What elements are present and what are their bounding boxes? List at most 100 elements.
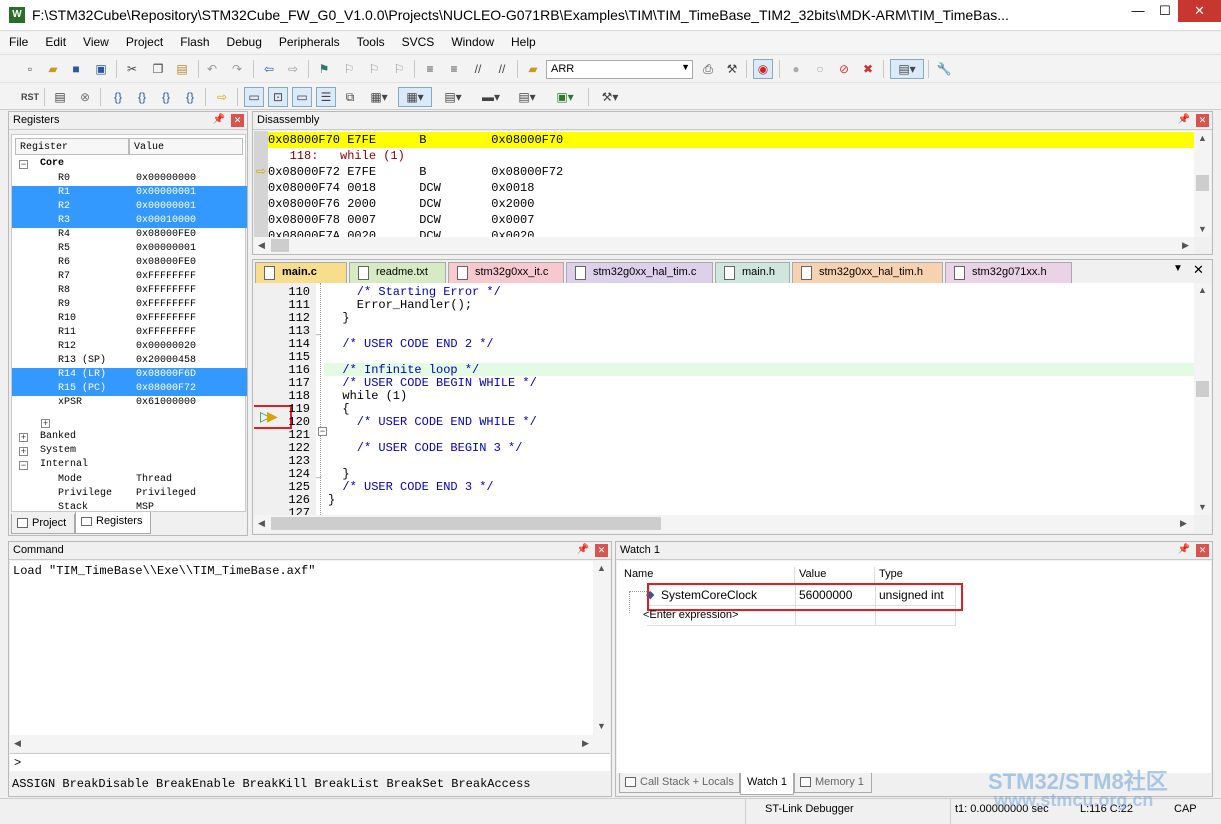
- maximize-button[interactable]: ☐: [1152, 0, 1178, 22]
- tab-main-h[interactable]: main.h: [715, 262, 790, 283]
- menu-svcs[interactable]: SVCS: [393, 32, 443, 49]
- tab-readme-txt[interactable]: readme.txt: [349, 262, 446, 283]
- find-icon[interactable]: ⎙: [698, 59, 718, 79]
- expand-icon[interactable]: +: [19, 447, 28, 456]
- disassembly-vscroll[interactable]: ▲ ▼: [1194, 131, 1211, 237]
- new-file-icon[interactable]: ▫: [20, 59, 40, 79]
- menu-peripherals[interactable]: Peripherals: [270, 32, 348, 49]
- disassembly-line[interactable]: 0x08000F70 E7FE B 0x08000F70: [268, 132, 1193, 148]
- step-over-icon[interactable]: {}: [132, 87, 152, 107]
- trace-window-icon[interactable]: ▤▾: [512, 87, 542, 107]
- register-value[interactable]: 0x00010000: [136, 214, 196, 228]
- symbols-window-icon[interactable]: ▭: [292, 87, 312, 107]
- open-folder-icon[interactable]: ▰: [43, 59, 63, 79]
- register-value[interactable]: 0x00000020: [136, 340, 196, 354]
- register-value[interactable]: 0x00000000: [136, 172, 196, 186]
- close-icon[interactable]: ✕: [231, 114, 244, 127]
- banked-node[interactable]: Banked: [40, 431, 76, 442]
- configure-icon[interactable]: 🔧: [934, 59, 954, 79]
- collapse-icon[interactable]: −: [19, 461, 28, 470]
- register-row[interactable]: R4 0x08000FE0: [12, 228, 247, 242]
- col-value-header[interactable]: Value: [795, 567, 875, 583]
- watch-window-icon[interactable]: ▦▾: [364, 87, 394, 107]
- uncomment-icon[interactable]: //: [492, 59, 512, 79]
- expand-icon[interactable]: +: [41, 419, 50, 428]
- code-line[interactable]: 118 while (1): [254, 390, 1189, 403]
- debug-session-icon[interactable]: ◉: [753, 59, 773, 79]
- code-line[interactable]: 120 /* USER CODE END WHILE */: [254, 416, 1189, 429]
- disassembly-window-icon[interactable]: ⊡: [268, 87, 288, 107]
- show-next-statement-icon[interactable]: ⇨: [212, 87, 232, 107]
- bookmark-next-icon[interactable]: ⚐: [364, 59, 384, 79]
- expand-icon[interactable]: +: [19, 433, 28, 442]
- register-value[interactable]: 0xFFFFFFFF: [136, 298, 196, 312]
- register-value[interactable]: 0x08000FE0: [136, 256, 196, 270]
- bookmark-clear-icon[interactable]: ⚐: [389, 59, 409, 79]
- code-line[interactable]: 126}: [254, 494, 1189, 507]
- step-out-icon[interactable]: {}: [156, 87, 176, 107]
- indent-icon[interactable]: ≡: [420, 59, 440, 79]
- reset-icon[interactable]: RST: [20, 87, 40, 107]
- menu-debug[interactable]: Debug: [218, 32, 270, 49]
- code-line[interactable]: 114 /* USER CODE END 2 */: [254, 338, 1189, 351]
- register-row[interactable]: R5 0x00000001: [12, 242, 247, 256]
- code-line[interactable]: 111 Error_Handler();: [254, 299, 1189, 312]
- register-value[interactable]: 0x08000F72: [136, 382, 196, 396]
- command-hscroll[interactable]: ◀ ▶: [10, 735, 610, 752]
- serial-window-icon[interactable]: ▤▾: [438, 87, 468, 107]
- copy-icon[interactable]: ❐: [148, 59, 168, 79]
- tab-main-c[interactable]: main.c: [255, 262, 347, 285]
- code-line[interactable]: 125 /* USER CODE END 3 */: [254, 481, 1189, 494]
- breakpoint-enable-icon[interactable]: ○: [810, 59, 830, 79]
- incremental-find-icon[interactable]: ⚒: [722, 59, 742, 79]
- register-row[interactable]: R8 0xFFFFFFFF: [12, 284, 247, 298]
- breakpoint-disable-all-icon[interactable]: ⊘: [834, 59, 854, 79]
- register-row[interactable]: R1 0x00000001: [12, 186, 247, 200]
- col-register-header[interactable]: Register: [15, 138, 129, 155]
- command-output[interactable]: Load "TIM_TimeBase\\Exe\\TIM_TimeBase.ax…: [10, 561, 593, 735]
- register-row[interactable]: R7 0xFFFFFFFF: [12, 270, 247, 284]
- code-line[interactable]: 112 }: [254, 312, 1189, 325]
- run-icon[interactable]: ▤: [50, 87, 70, 107]
- redo-icon[interactable]: ↷: [227, 59, 247, 79]
- comment-icon[interactable]: //: [468, 59, 488, 79]
- registers-window-icon[interactable]: ☰: [316, 87, 336, 107]
- internal-row[interactable]: Privilege Privileged: [12, 487, 247, 501]
- toolbox-icon[interactable]: ⚒▾: [594, 87, 626, 107]
- save-all-icon[interactable]: ▣: [91, 59, 111, 79]
- internal-row[interactable]: Mode Thread: [12, 473, 247, 487]
- pin-icon[interactable]: 📌: [1178, 114, 1190, 125]
- unindent-icon[interactable]: ≡: [444, 59, 464, 79]
- window-layout-icon[interactable]: ▤▾: [890, 59, 924, 79]
- chevron-down-icon[interactable]: ▼: [681, 62, 690, 72]
- tab-watch-1[interactable]: Watch 1: [740, 773, 794, 795]
- disassembly-view[interactable]: ⇨ 0x08000F70 E7FE B 0x08000F70 118: whil…: [254, 131, 1194, 237]
- core-node[interactable]: Core: [40, 158, 64, 169]
- editor-hscroll[interactable]: ◀ ▶: [254, 515, 1194, 532]
- menu-file[interactable]: File: [0, 32, 36, 49]
- search-combo[interactable]: ARR ▼: [546, 60, 693, 79]
- bookmark-icon[interactable]: ⚑: [314, 59, 334, 79]
- command-window-icon[interactable]: ▭: [244, 87, 264, 107]
- code-line[interactable]: 123: [254, 455, 1189, 468]
- disassembly-line[interactable]: 0x08000F72 E7FE B 0x08000F72: [268, 164, 1193, 180]
- disassembly-line[interactable]: 0x08000F7A 0020 DCW 0x0020: [268, 228, 1193, 237]
- register-value[interactable]: 0x00000001: [136, 200, 196, 214]
- register-value[interactable]: 0xFFFFFFFF: [136, 284, 196, 298]
- menu-project[interactable]: Project: [117, 32, 171, 49]
- register-row[interactable]: xPSR 0x61000000: [12, 396, 247, 410]
- menu-tools[interactable]: Tools: [348, 32, 393, 49]
- run-to-cursor-icon[interactable]: {}: [180, 87, 200, 107]
- step-into-icon[interactable]: {}: [108, 87, 128, 107]
- nav-forward-icon[interactable]: ⇨: [283, 59, 303, 79]
- register-value[interactable]: 0x08000F6D: [136, 368, 196, 382]
- close-window-button[interactable]: ✕: [1178, 0, 1221, 22]
- call-stack-window-icon[interactable]: ⧉: [340, 87, 360, 107]
- pin-icon[interactable]: 📌: [213, 114, 225, 125]
- nav-back-icon[interactable]: ⇦: [259, 59, 279, 79]
- tab-registers[interactable]: Registers: [75, 512, 151, 534]
- pin-icon[interactable]: 📌: [1178, 544, 1190, 555]
- menu-flash[interactable]: Flash: [171, 32, 217, 49]
- disassembly-line[interactable]: 0x08000F76 2000 DCW 0x2000: [268, 196, 1193, 212]
- register-row[interactable]: R0 0x00000000: [12, 172, 247, 186]
